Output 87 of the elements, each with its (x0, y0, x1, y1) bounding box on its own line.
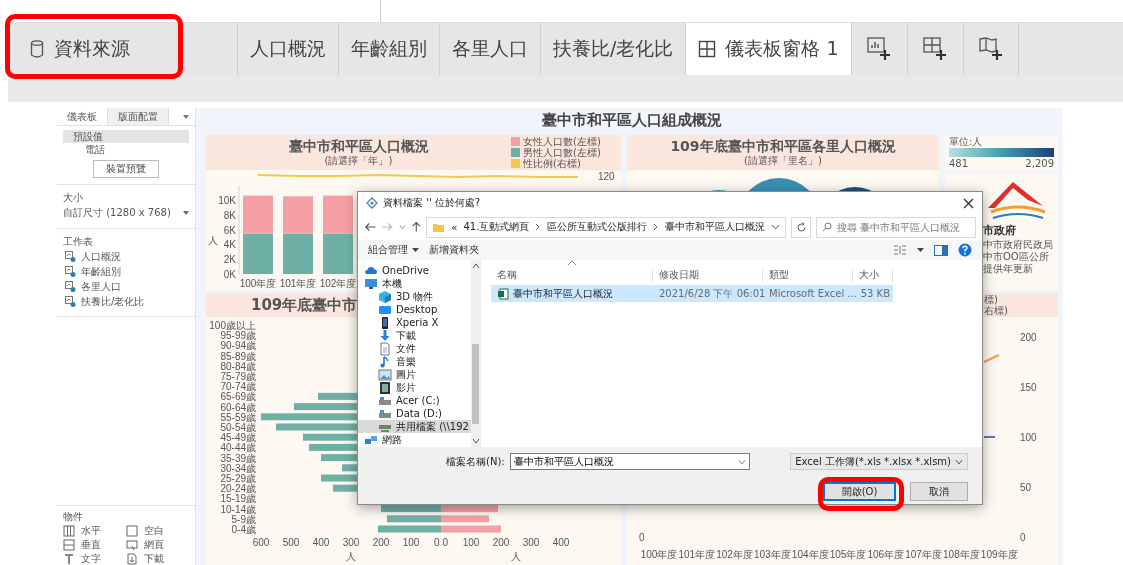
category-label: 90-94歲 (220, 340, 256, 352)
tick-label: 200 (372, 537, 390, 548)
section-heading: 物件 (63, 510, 84, 523)
tick-label: 0K (223, 268, 236, 280)
legend-unit: 單位:人 (949, 136, 984, 147)
tick-label: 200 (1020, 331, 1037, 343)
tick-label: 6K (223, 224, 236, 236)
tick-label: 50 (1020, 481, 1032, 493)
category-label: 50-54歲 (220, 422, 256, 433)
legend-item: 性比例(右標) (511, 158, 621, 169)
legend-item: 女性人口數(左標) (511, 136, 621, 147)
category-label: 95-99歲 (220, 330, 256, 342)
category-label: 103年度 (754, 549, 791, 560)
chart-subtitle: (請選擇「年」) (324, 155, 393, 167)
chart-title: 109年底臺中市 (250, 296, 358, 314)
category-label: 100歲以上 (209, 320, 256, 331)
chart-title: 109年底臺中市和平區各里人口概況 (670, 138, 896, 155)
source-note: 中市政府民政局 (983, 239, 1053, 250)
category-label: 15-19歲 (220, 493, 256, 505)
scale-min-label: 481 (949, 158, 969, 169)
category-label: 10-14歲 (220, 503, 256, 515)
category-label: 80-84歲 (220, 360, 256, 372)
category-label: 75-79歲 (220, 371, 256, 382)
tick-label: 10K (218, 195, 236, 207)
axis-label: 人 (346, 551, 356, 562)
tick-label: 100 (402, 537, 420, 548)
category-label: 101年度 (279, 278, 317, 289)
dialog-title: 資料檔案 '' 位於何處? (383, 196, 481, 210)
tick-label: 400 (552, 537, 570, 548)
category-label: 65-69歲 (220, 391, 256, 403)
source-note: 提供年更新 (983, 263, 1033, 274)
chart-subtitle: (請選擇「里名」) (744, 155, 822, 167)
category-label: 101年度 (678, 549, 716, 560)
file-size: 53 KB (859, 288, 891, 299)
tick-label: 120 (598, 171, 615, 182)
category-label: 40-44歲 (220, 442, 256, 454)
tick-label: 4K (223, 239, 236, 251)
tick-label: 600 (252, 537, 270, 548)
category-label: 108年度 (943, 549, 980, 560)
category-label: 107年度 (905, 549, 942, 560)
category-label: 102年度 (716, 549, 753, 560)
legend-item: 標) (984, 294, 998, 305)
category-label: 102年度 (319, 278, 357, 289)
tick-label: 400 (312, 537, 330, 548)
tick-label: 300 (522, 537, 540, 548)
category-label: 70-74歲 (220, 381, 256, 393)
category-label: 25-29歲 (220, 473, 256, 484)
category-label: 85-89歲 (220, 350, 256, 362)
tick-label: 0 (1020, 531, 1026, 543)
category-label: 45-49歲 (220, 432, 256, 444)
tick-label: 200 (492, 537, 510, 548)
axis-label: 人 (208, 235, 218, 246)
tick-label: 300 (342, 537, 360, 548)
tick-label: 100 (462, 537, 480, 548)
legend-item: 男性人口數(左標) (511, 147, 621, 158)
tick-label: 0 0 (434, 537, 448, 548)
source-note: 中市OO區公所 (983, 251, 1049, 262)
category-label: 105年度 (829, 549, 867, 560)
file-name: 臺中市和平區人口概況 (491, 286, 653, 301)
category-label: 20-24歲 (220, 483, 256, 495)
dashboard-title: 臺中市和平區人口組成概況 (542, 110, 722, 130)
tick-label: 0 (639, 532, 645, 543)
tick-label: 100 (1020, 431, 1037, 443)
category-label: 109年度 (980, 549, 1018, 560)
filename-label: 檔案名稱(N): (446, 454, 505, 469)
category-label: 35-39歲 (220, 452, 256, 464)
category-label: 104年度 (791, 549, 829, 560)
logo-name: 市政府 (983, 223, 1016, 238)
category-label: 100年度 (239, 278, 277, 289)
section-heading: 工作表 (63, 235, 94, 248)
scale-max-label: 2,209 (1025, 158, 1054, 169)
category-label: 5-9歲 (231, 513, 256, 525)
tick-label: 500 (282, 537, 300, 548)
category-label: 30-34歲 (220, 462, 256, 474)
category-label: 55-59歲 (220, 411, 256, 423)
tick-label: 150 (1020, 381, 1037, 393)
category-label: 0-4歲 (231, 524, 256, 535)
tick-label: 2K (223, 253, 236, 265)
chart-title: 臺中市和平區人口概況 (288, 138, 429, 155)
section-heading: 大小 (63, 191, 84, 204)
category-label: 106年度 (867, 549, 905, 560)
category-label: 100年度 (640, 549, 678, 560)
legend-item: 右標) (984, 305, 1008, 316)
file-date: 2021/6/28 下午 06:01 (658, 286, 763, 301)
tick-label: 8K (223, 209, 236, 221)
axis-label: 人 (511, 551, 521, 562)
category-label: 60-64歲 (220, 401, 256, 413)
